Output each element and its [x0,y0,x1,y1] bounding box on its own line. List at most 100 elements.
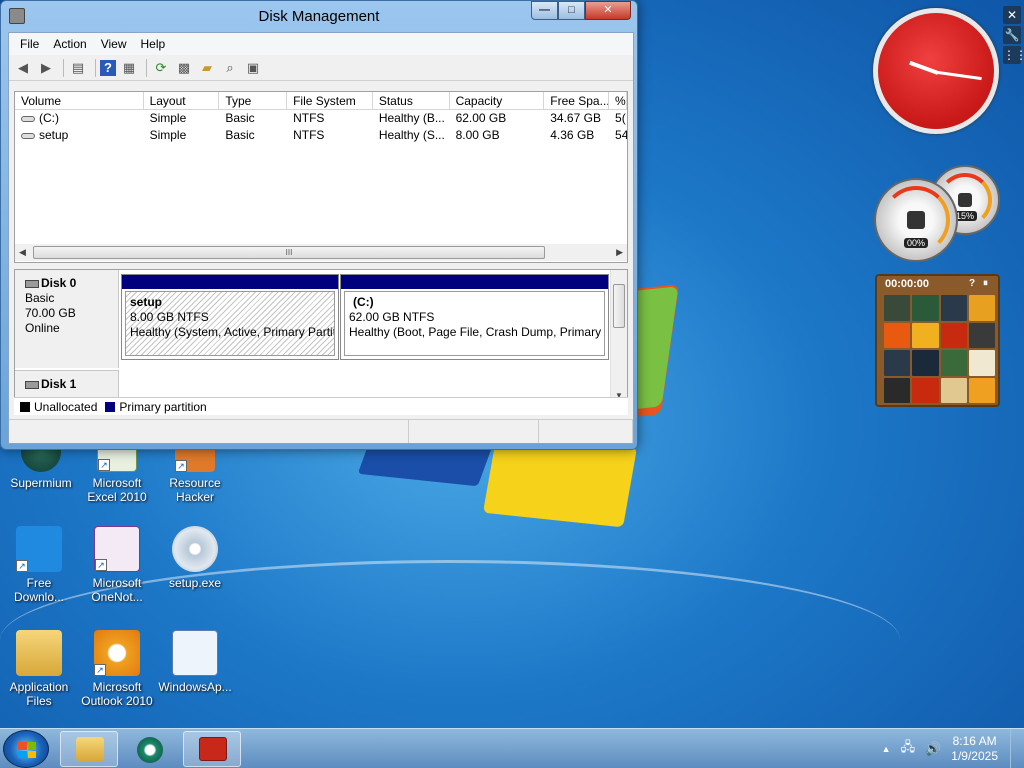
maximize-button[interactable]: □ [558,1,585,20]
show-desktop-button[interactable] [1010,729,1024,768]
disk-legend: Unallocated Primary partition [14,397,628,415]
column-header-volume[interactable]: Volume [15,92,144,109]
puzzle-tile[interactable] [884,350,911,376]
volume-row-setup[interactable]: setup Simple Basic NTFS Healthy (S... 8.… [15,127,627,144]
taskbar-clock[interactable]: 8:16 AM 1/9/2025 [951,734,998,764]
puzzle-tile[interactable] [912,377,939,403]
desktop-icon-windowsap[interactable]: WindowsAp... [156,630,234,694]
clock-gadget[interactable] [873,8,999,134]
desktop-icon-label: WindowsAp... [158,680,232,694]
disk-0-type: Basic [25,291,55,305]
puzzle-tile[interactable] [884,322,911,348]
menu-help[interactable]: Help [134,37,173,51]
export-icon[interactable]: ▩ [174,58,194,78]
show-hidden-icons-button[interactable]: ▲ [882,744,891,754]
puzzle-tile[interactable] [968,322,995,348]
gadget-options-button[interactable]: 🔧 [1003,26,1021,44]
volume-icon[interactable]: 🔊 [925,741,941,757]
help-icon[interactable]: ? [100,59,116,76]
column-header-status[interactable]: Status [373,92,450,109]
status-cell: Healthy (B... [378,111,445,125]
partition-c[interactable]: (C:) 62.00 GB NTFS Healthy (Boot, Page F… [340,274,609,360]
drive-icon [21,115,35,122]
disk-1-label[interactable]: Disk 1 [15,370,119,400]
column-header-layout[interactable]: Layout [144,92,220,109]
puzzle-pause-button[interactable]: ⏸ [983,276,988,292]
cpu-meter-gauge[interactable]: 00% [874,178,958,262]
column-header-percent-free[interactable]: % [609,92,627,109]
back-arrow-icon[interactable]: ◀ [13,58,33,78]
volume-list-horizontal-scrollbar[interactable]: ◀ III ▶ [15,244,627,261]
caption-buttons: — □ ✕ [531,1,631,20]
column-header-file-system[interactable]: File System [287,92,373,109]
close-button[interactable]: ✕ [585,1,631,20]
partition-name: (C:) [353,295,374,309]
taskbar-disk-management-button[interactable] [183,731,241,767]
partition-setup[interactable]: setup 8.00 GB NTFS Healthy (System, Acti… [121,274,339,360]
clock-date: 1/9/2025 [951,749,998,763]
search-icon[interactable]: ⌕ [220,58,240,78]
taskbar-explorer-button[interactable] [60,731,118,767]
settings-icon[interactable]: ▣ [243,58,263,78]
desktop-icon-free-download[interactable]: ↗ Free Downlo... [0,526,78,604]
column-header-type[interactable]: Type [219,92,288,109]
puzzle-tile[interactable] [968,295,995,321]
desktop-icon-onenote[interactable]: ↗ Microsoft OneNot... [78,526,156,604]
scroll-thumb[interactable] [613,284,625,328]
windows-logo-icon [18,742,36,758]
puzzle-tile[interactable] [968,377,995,403]
puzzle-tile[interactable] [912,322,939,348]
puzzle-tile[interactable] [940,322,967,348]
scroll-left-icon[interactable]: ◀ [19,247,26,258]
puzzle-tile[interactable] [884,377,911,403]
scroll-right-icon[interactable]: ▶ [616,247,623,258]
menu-file[interactable]: File [13,37,46,51]
picture-puzzle-gadget[interactable]: 00:00:00 ? ⏸ [875,274,1000,407]
puzzle-tile[interactable] [912,295,939,321]
desktop-icon-application-files[interactable]: Application Files [0,630,78,708]
puzzle-tile[interactable] [912,350,939,376]
column-header-free-space[interactable]: Free Spa... [544,92,610,109]
scroll-thumb[interactable]: III [33,246,545,259]
volume-row-c[interactable]: (C:) Simple Basic NTFS Healthy (B... 62.… [15,110,627,127]
disk-0-name: Disk 0 [25,276,118,291]
show-hide-tree-icon[interactable]: ▤ [68,58,88,78]
legend-primary-partition: Primary partition [119,399,207,414]
properties-icon[interactable]: ▦ [119,58,139,78]
puzzle-tile[interactable] [940,377,967,403]
unallocated-swatch [20,401,30,412]
onenote-icon: ↗ [94,526,140,572]
network-icon[interactable]: 🖧 [901,738,916,760]
taskbar-supermium-button[interactable] [121,731,179,767]
partition-color-bar [341,275,608,289]
title-bar[interactable]: Disk Management — □ ✕ [1,1,637,31]
menu-action[interactable]: Action [46,37,93,51]
disk-map-vertical-scrollbar[interactable]: ▼ [610,270,627,400]
forward-arrow-icon[interactable]: ▶ [36,58,56,78]
puzzle-tile[interactable] [940,350,967,376]
partition-size: 8.00 GB NTFS [130,310,209,324]
puzzle-tile[interactable] [968,350,995,376]
folder-icon [16,630,62,676]
partition-status: Healthy (System, Active, Primary Partit [130,325,335,339]
partition-body: (C:) 62.00 GB NTFS Healthy (Boot, Page F… [344,291,605,356]
puzzle-tile[interactable] [884,295,911,321]
free-space-cell: 34.67 GB [550,111,601,125]
column-header-capacity[interactable]: Capacity [450,92,545,109]
minimize-button[interactable]: — [531,1,558,20]
puzzle-help-button[interactable]: ? [969,276,975,292]
start-button[interactable] [3,730,49,768]
open-icon[interactable]: ▰ [197,58,217,78]
desktop-icon-setup-exe[interactable]: setup.exe [156,526,234,590]
menu-view[interactable]: View [94,37,134,51]
cpu-chip-icon [907,211,925,229]
puzzle-tile[interactable] [940,295,967,321]
gadget-close-button[interactable]: ✕ [1003,6,1021,24]
window-client-area: File Action View Help ◀ ▶ ▤ ? ▦ ⟳ ▩ ▰ ⌕ … [8,32,634,444]
gadget-drag-handle[interactable]: ⋮⋮ [1003,46,1024,64]
desktop-icon-outlook[interactable]: ↗ Microsoft Outlook 2010 [78,630,156,708]
disk-0-label[interactable]: Disk 0 Basic 70.00 GB Online [15,270,119,368]
setup-disc-icon [172,526,218,572]
refresh-icon[interactable]: ⟳ [151,58,171,78]
puzzle-header: 00:00:00 ? ⏸ [877,276,998,292]
